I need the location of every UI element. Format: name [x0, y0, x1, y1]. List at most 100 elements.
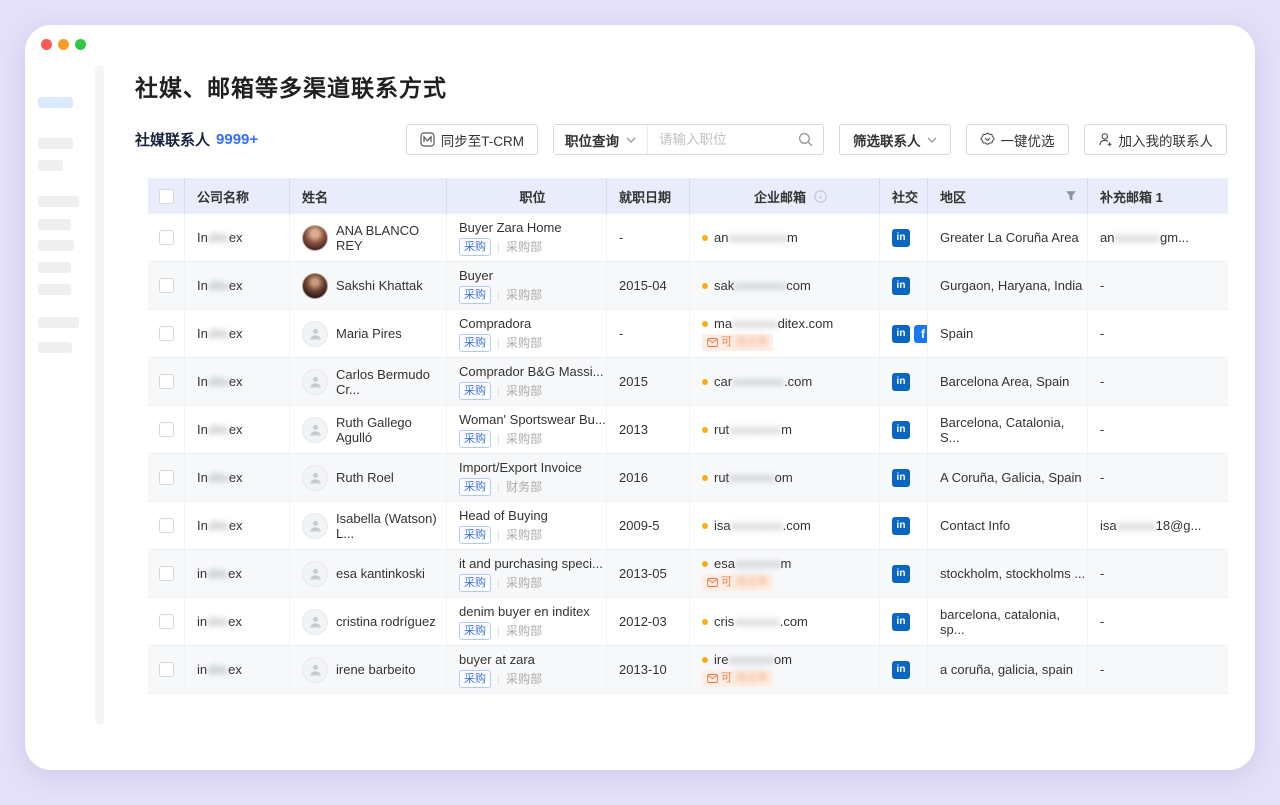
email-status-dot: [702, 657, 708, 663]
table-row[interactable]: Inditeex ANA BLANCO REY Buyer Zara Home …: [148, 214, 1228, 262]
row-checkbox[interactable]: [159, 614, 174, 629]
extra-email: anxxxxxxxgm...: [1100, 230, 1189, 245]
extra-email: -: [1100, 278, 1104, 293]
table-row[interactable]: Inditeex Ruth Gallego Agulló Woman' Spor…: [148, 406, 1228, 454]
extra-email-cell: -: [1088, 358, 1228, 405]
company-cell: inditeex: [185, 550, 290, 597]
social-cell: in: [880, 550, 928, 597]
sidebar-item[interactable]: [38, 317, 79, 328]
linkedin-icon[interactable]: in: [892, 661, 910, 679]
name-cell: Sakshi Khattak: [290, 262, 447, 309]
table-row[interactable]: Inditeex Ruth Roel Import/Export Invoice…: [148, 454, 1228, 502]
linkedin-icon[interactable]: in: [892, 229, 910, 247]
procurement-tag: 采购: [459, 526, 491, 544]
row-select-cell: [148, 598, 185, 645]
social-cell: in: [880, 502, 928, 549]
email-status-dot: [702, 523, 708, 529]
start-date-cell: 2015: [607, 358, 690, 405]
maximize-window-icon[interactable]: [75, 39, 86, 50]
row-checkbox[interactable]: [159, 518, 174, 533]
region-cell: Gurgaon, Haryana, India: [928, 262, 1088, 309]
row-checkbox[interactable]: [159, 230, 174, 245]
sidebar-item-active[interactable]: [38, 97, 73, 108]
select-all-checkbox[interactable]: [159, 189, 174, 204]
sidebar-item[interactable]: [38, 342, 72, 353]
linkedin-icon[interactable]: in: [892, 373, 910, 391]
extra-email-cell: anxxxxxxxgm...: [1088, 214, 1228, 261]
row-checkbox[interactable]: [159, 278, 174, 293]
sidebar-item[interactable]: [38, 262, 71, 273]
company-name: Inditeex: [197, 374, 243, 389]
email-address: isaxxxxxxxx.com: [714, 518, 811, 533]
filter-contacts-dropdown[interactable]: 筛选联系人: [839, 124, 951, 155]
name-cell: irene barbeito: [290, 646, 447, 693]
one-click-optimize-button[interactable]: 一键优选: [966, 124, 1069, 155]
position-search-input[interactable]: [648, 132, 798, 147]
linkedin-icon[interactable]: in: [892, 421, 910, 439]
table-row[interactable]: Inditeex Isabella (Watson) L... Head of …: [148, 502, 1228, 550]
department-label: 采购部: [506, 382, 542, 399]
row-checkbox[interactable]: [159, 374, 174, 389]
row-checkbox[interactable]: [159, 326, 174, 341]
row-checkbox[interactable]: [159, 662, 174, 677]
sidebar-item[interactable]: [38, 138, 73, 149]
table-row[interactable]: Inditeex Maria Pires Compradora 采购 | 采购部…: [148, 310, 1228, 358]
start-date-cell: 2013-05: [607, 550, 690, 597]
table-row[interactable]: Inditeex Carlos Bermudo Cr... Comprador …: [148, 358, 1228, 406]
company-cell: inditeex: [185, 598, 290, 645]
linkedin-icon[interactable]: in: [892, 325, 910, 343]
table-row[interactable]: Inditeex Sakshi Khattak Buyer 采购 | 采购部 2…: [148, 262, 1228, 310]
envelope-check-icon: [707, 674, 718, 683]
extra-email-cell: -: [1088, 406, 1228, 453]
region-cell: Spain: [928, 310, 1088, 357]
header-region: 地区: [928, 178, 1088, 214]
extra-email: -: [1100, 470, 1104, 485]
sidebar-item[interactable]: [38, 196, 79, 207]
sidebar-item[interactable]: [38, 160, 63, 171]
table-row[interactable]: inditeex cristina rodríguez denim buyer …: [148, 598, 1228, 646]
start-date: 2013-10: [619, 662, 667, 677]
start-date-cell: 2016: [607, 454, 690, 501]
avatar: [302, 369, 328, 395]
sidebar-item[interactable]: [38, 219, 71, 230]
company-name: inditeex: [197, 614, 242, 629]
linkedin-icon[interactable]: in: [892, 517, 910, 535]
extra-email: -: [1100, 326, 1104, 341]
linkedin-icon[interactable]: in: [892, 613, 910, 631]
company-name: Inditeex: [197, 230, 243, 245]
row-select-cell: [148, 550, 185, 597]
chevron-down-icon: [927, 137, 937, 143]
name-cell: esa kantinkoski: [290, 550, 447, 597]
add-to-my-contacts-button[interactable]: 加入我的联系人: [1084, 124, 1228, 155]
close-window-icon[interactable]: [41, 39, 52, 50]
social-cell: in: [880, 214, 928, 261]
email-status-dot: [702, 283, 708, 289]
row-checkbox[interactable]: [159, 422, 174, 437]
contact-count: 9999+: [216, 131, 258, 148]
row-checkbox[interactable]: [159, 566, 174, 581]
envelope-check-icon: [707, 578, 718, 587]
row-checkbox[interactable]: [159, 470, 174, 485]
info-icon[interactable]: [814, 190, 827, 203]
facebook-icon[interactable]: f: [914, 325, 928, 343]
region-cell: A Coruña, Galicia, Spain: [928, 454, 1088, 501]
email-address: rutxxxxxxxxm: [714, 422, 792, 437]
search-icon[interactable]: [798, 132, 813, 147]
table-row[interactable]: inditeex irene barbeito buyer at zara 采购…: [148, 646, 1228, 694]
deliverable-tag: 可送达率: [702, 334, 773, 351]
company-name: Inditeex: [197, 422, 243, 437]
position-query-dropdown[interactable]: 职位查询: [554, 125, 648, 154]
minimize-window-icon[interactable]: [58, 39, 69, 50]
sync-tcrm-button[interactable]: 同步至T-CRM: [406, 124, 538, 155]
table-row[interactable]: inditeex esa kantinkoski it and purchasi…: [148, 550, 1228, 598]
position-cell: Head of Buying 采购 | 采购部: [447, 502, 607, 549]
contact-name: ANA BLANCO REY: [336, 223, 446, 253]
linkedin-icon[interactable]: in: [892, 277, 910, 295]
sidebar-item[interactable]: [38, 240, 74, 251]
linkedin-icon[interactable]: in: [892, 565, 910, 583]
sidebar-item[interactable]: [38, 284, 71, 295]
start-date: 2016: [619, 470, 648, 485]
filter-funnel-icon[interactable]: [1065, 190, 1077, 202]
linkedin-icon[interactable]: in: [892, 469, 910, 487]
social-cell: in: [880, 262, 928, 309]
